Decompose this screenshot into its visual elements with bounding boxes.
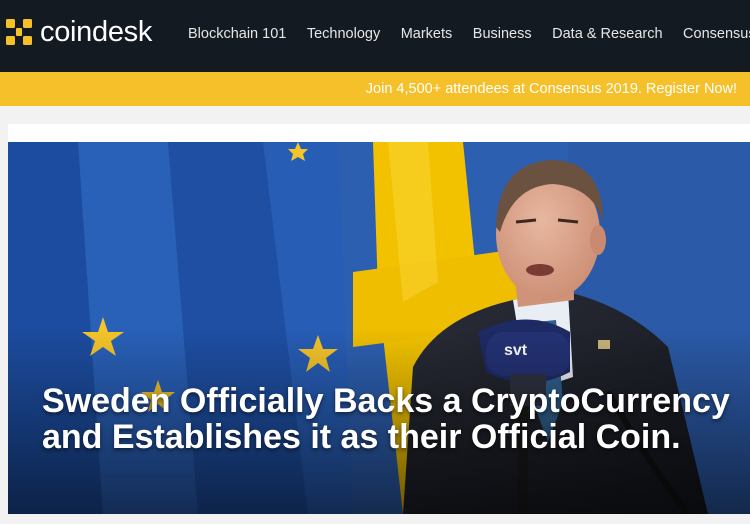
nav-item-business[interactable]: Business [473, 26, 532, 42]
nav-item-data-research[interactable]: Data & Research [552, 26, 662, 42]
content-divider [8, 124, 750, 142]
coindesk-logo-icon [6, 19, 32, 45]
promo-banner: Join 4,500+ attendees at Consensus 2019.… [0, 72, 750, 106]
promo-register-link[interactable]: Join 4,500+ attendees at Consensus 2019.… [366, 81, 737, 97]
site-header: coindesk Blockchain 101 Technology Marke… [0, 0, 750, 72]
nav-item-blockchain-101[interactable]: Blockchain 101 [188, 26, 286, 42]
coindesk-logo[interactable]: coindesk [4, 17, 152, 47]
nav-item-markets[interactable]: Markets [401, 26, 453, 42]
nav-item-technology[interactable]: Technology [307, 26, 380, 42]
nav-item-consensus[interactable]: Consensus [683, 26, 750, 42]
article-headline[interactable]: Sweden Officially Backs a CryptoCurrency… [42, 383, 732, 455]
hero-image: svt [8, 142, 750, 514]
main-nav: Blockchain 101 Technology Markets Busine… [188, 26, 750, 42]
featured-article[interactable]: svt Sweden Officially Backs a CryptoCurr… [8, 142, 750, 514]
logo-text: coindesk [40, 16, 153, 48]
